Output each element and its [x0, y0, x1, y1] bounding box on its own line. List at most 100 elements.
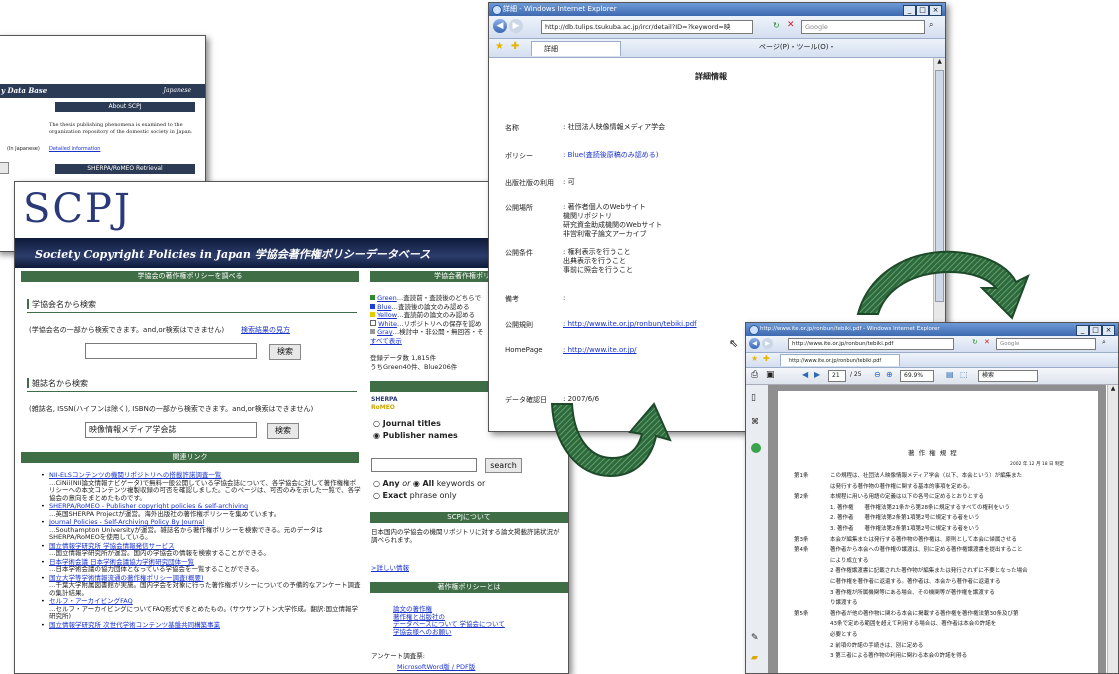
article-text: り譲渡する	[830, 600, 858, 607]
sherpa-header: SHERPA/RoMEO Retrieval	[55, 164, 195, 174]
scroll-up-arrow[interactable]: ▲	[1108, 385, 1118, 395]
refresh-icon[interactable]: ↻	[972, 338, 978, 346]
radio-publisher[interactable]: ◉ Publisher names	[373, 431, 458, 440]
forward-button[interactable]: ▶	[762, 338, 773, 349]
sherpa-search-button[interactable]: search	[485, 458, 522, 473]
attachments-icon[interactable]: ✎	[751, 633, 759, 643]
back-search-button[interactable]	[0, 162, 9, 174]
survey-links[interactable]: MicrosoftWord版 / PDF版	[397, 661, 475, 671]
back-button[interactable]: ◀	[493, 19, 507, 33]
close-button[interactable]: ×	[929, 5, 942, 16]
journal-search-button[interactable]: 検索	[267, 423, 299, 439]
phrase-only-label: phrase only	[409, 491, 457, 500]
maximize-button[interactable]: □	[916, 5, 929, 16]
find-input[interactable]: 検索	[978, 370, 1038, 382]
zoom-out-icon[interactable]: ⊖	[874, 370, 881, 379]
prev-page-icon[interactable]: ◀	[802, 370, 808, 379]
active-tab[interactable]: 詳細	[531, 41, 621, 56]
legend-gray-link[interactable]: Gray	[377, 328, 393, 336]
what-link-4[interactable]: 学協会様へのお願い	[393, 628, 505, 637]
match-options-row: ○ Any or ◉ All keywords or	[373, 479, 485, 488]
scpj-logo[interactable]: SCPJ	[23, 186, 132, 232]
signature-panel-icon[interactable]	[751, 443, 761, 453]
swatch-green	[370, 295, 375, 300]
forward-button[interactable]: ▶	[509, 19, 523, 33]
journal-search-input[interactable]: 映像情報メディア学会誌	[85, 422, 257, 438]
window-title: http://www.ite.or.jp/ronbun/tebiki.pdf -…	[760, 326, 940, 332]
radio-exact[interactable]: ○ Exact phrase only	[373, 491, 457, 500]
society-search-input[interactable]	[85, 343, 257, 359]
stop-icon[interactable]: ✕	[984, 338, 990, 346]
legend-blue-link[interactable]: Blue	[377, 303, 391, 311]
comments-icon[interactable]: ▰	[751, 653, 758, 663]
doc-article-line: 第3条 本会が編集または発行する著作物の著作権は、原則として本会に帰属させる	[794, 535, 1094, 546]
society-hint-link[interactable]: 検索結果の見方	[241, 325, 290, 335]
page-number-input[interactable]: 21	[828, 370, 846, 382]
detail-field-link[interactable]: : http://www.ite.or.jp/ronbun/tebiki.pdf	[563, 320, 697, 329]
refresh-icon[interactable]: ↻	[773, 21, 780, 30]
print-icon[interactable]: ⎙	[751, 370, 758, 380]
search-input[interactable]: Google	[801, 20, 925, 34]
minimize-button[interactable]: _	[1076, 325, 1089, 336]
more-info-link[interactable]: >詳しい情報	[371, 562, 409, 572]
legend-white-link[interactable]: White	[378, 320, 397, 328]
pages-panel-icon[interactable]: ▯	[751, 393, 756, 403]
related-link-item: • 国立情報学研究所 学協会情報発信サービス …国立情報学研究所が運営。国内の学…	[41, 542, 361, 558]
fit-width-icon[interactable]: ⬚	[960, 370, 968, 379]
maximize-button[interactable]: □	[1089, 325, 1102, 336]
article-text: 本会が編集または発行する著作物の著作権は、原則として本会に帰属させる	[830, 536, 1017, 543]
detail-field-label: HomePage	[505, 346, 543, 354]
swatch-white	[370, 319, 376, 326]
doc-article-line: 第2条 本規程に用いる用語の定義は以下の各号に定めるとおりとする	[794, 492, 1094, 503]
search-icon[interactable]: ⌕	[1102, 338, 1106, 347]
detail-field-link[interactable]: : http://www.ite.or.jp/	[563, 346, 637, 355]
related-link-title[interactable]: • 国立情報学研究所 次世代学術コンテンツ基盤共同構築事業	[41, 621, 361, 630]
bullet-icon: •	[41, 502, 45, 510]
search-placeholder: Google	[805, 23, 828, 31]
article-text: この規程は、社団法人映像情報メディア学会（以下、本会という）が編集また	[830, 473, 1023, 479]
scroll-up-arrow[interactable]: ▲	[934, 58, 945, 68]
radio-empty-icon: ○	[373, 419, 380, 428]
next-page-icon[interactable]: ▶	[814, 370, 820, 379]
favorites-star-icon[interactable]: ★	[751, 354, 758, 363]
search-input[interactable]: Google	[996, 338, 1096, 350]
search-icon[interactable]: ⌕	[929, 20, 933, 30]
society-search-title: 学協会名から検索	[32, 300, 96, 309]
vertical-scrollbar[interactable]: ▲	[1107, 385, 1118, 673]
add-favorite-icon[interactable]: ✚	[511, 41, 519, 52]
close-button[interactable]: ×	[1102, 325, 1115, 336]
pdf-ie-window: http://www.ite.or.jp/ronbun/tebiki.pdf -…	[745, 322, 1119, 674]
related-link-desc: …千葉大学附属図書館が実施。国内学会を対象に行った著作権ポリシーについての予備的…	[49, 581, 361, 597]
pdf-page: 著 作 権 規 程 2002 年 12 月 18 日 制定 第1条 この規程は、社…	[778, 391, 1098, 673]
article-text: 本規程に用いる用語の定義は以下の各号に定めるとおりとする	[830, 494, 984, 501]
radio-journal[interactable]: ○ Journal titles	[373, 419, 441, 428]
zoom-in-icon[interactable]: ⊕	[886, 370, 893, 379]
detail-field-label: 名称	[505, 124, 519, 132]
header-language-link[interactable]: Japanese	[164, 84, 191, 98]
doc-article-line: 第1条 この規程は、社団法人映像情報メディア学会（以下、本会という）が編集また	[794, 471, 1094, 482]
sherpa-search-input[interactable]	[371, 458, 477, 472]
legend-yellow-link[interactable]: Yellow	[377, 311, 397, 319]
legend-green-link[interactable]: Green	[377, 294, 397, 302]
radio-all[interactable]: ◉ All	[413, 479, 434, 488]
romeo-logo[interactable]: SHERPA RoMEO	[371, 396, 399, 414]
address-input[interactable]: http://www.ite.or.jp/ronbun/tebiki.pdf	[788, 338, 954, 350]
top-decoration	[0, 36, 205, 72]
radio-any[interactable]: ○ Any	[373, 479, 400, 488]
in-japanese-label: (In Japanese)	[7, 146, 40, 152]
back-button[interactable]: ◀	[749, 338, 760, 349]
society-search-button[interactable]: 検索	[269, 344, 301, 360]
bookmarks-panel-icon[interactable]: ⌘	[751, 417, 759, 426]
zoom-select[interactable]: 69.9%	[900, 370, 934, 382]
add-favorite-icon[interactable]: ✚	[763, 354, 770, 363]
detail-field-value: :	[563, 294, 566, 302]
stop-icon[interactable]: ✕	[787, 20, 795, 30]
address-input[interactable]: http://db.tulips.tsukuba.ac.jp/ircr/deta…	[541, 20, 753, 34]
fit-page-icon[interactable]: ▤	[946, 370, 954, 379]
detailed-info-link[interactable]: Detailed information	[49, 146, 100, 152]
minimize-button[interactable]: _	[903, 5, 916, 16]
toolbar-commands[interactable]: ページ(P)・ツール(O)・	[759, 42, 836, 52]
active-tab[interactable]: http://www.ite.or.jp/ronbun/tebiki.pdf	[780, 354, 900, 366]
save-icon[interactable]: ▣	[766, 370, 775, 380]
favorites-star-icon[interactable]: ★	[495, 41, 504, 52]
